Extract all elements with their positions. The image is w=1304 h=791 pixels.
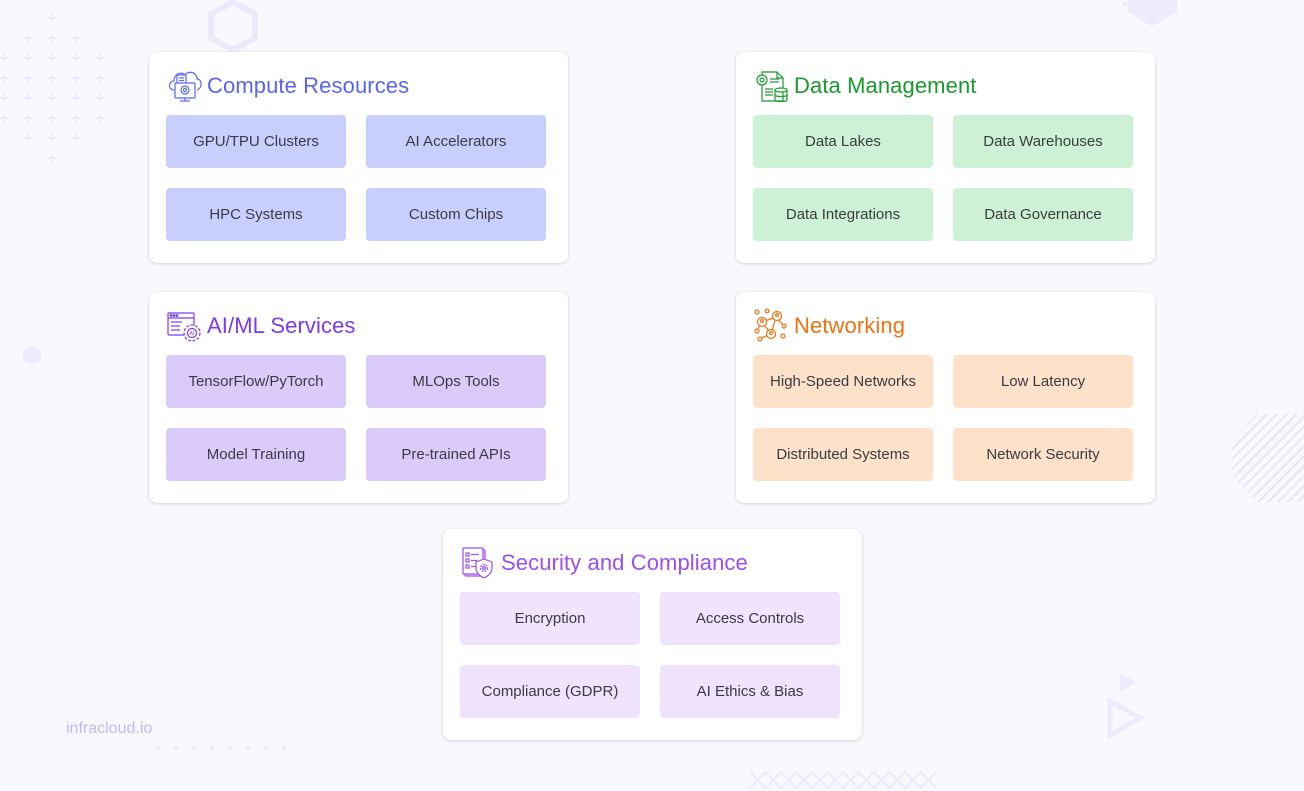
item-custom-chips[interactable]: Custom Chips [366, 188, 546, 241]
striped-octagon-decoration [1232, 414, 1304, 502]
item-data-lakes[interactable]: Data Lakes [753, 115, 933, 168]
item-data-governance[interactable]: Data Governance [953, 188, 1133, 241]
card-title: Networking [794, 313, 906, 338]
pill-grid: Encryption Access Controls Compliance (G… [460, 592, 840, 719]
item-access-controls[interactable]: Access Controls [660, 592, 840, 645]
card-header: Networking [753, 308, 905, 344]
item-mlops-tools[interactable]: MLOps Tools [366, 355, 546, 408]
document-gear-database-icon [753, 68, 791, 104]
item-high-speed-networks[interactable]: High-Speed Networks [753, 355, 933, 408]
item-network-security[interactable]: Network Security [953, 428, 1133, 481]
item-model-training[interactable]: Model Training [166, 428, 346, 481]
svg-text:AI: AI [190, 331, 195, 337]
item-hpc-systems[interactable]: HPC Systems [166, 188, 346, 241]
data-management-card: Data Management Data Lakes Data Warehous… [736, 52, 1155, 263]
network-people-icon [753, 308, 791, 344]
dots-row-decoration [156, 746, 286, 750]
pill-grid: High-Speed Networks Low Latency Distribu… [753, 355, 1133, 482]
ai-ml-services-card: AI AI/ML Services TensorFlow/PyTorch MLO… [149, 292, 568, 503]
card-title: AI/ML Services [207, 313, 356, 338]
item-tensorflow-pytorch[interactable]: TensorFlow/PyTorch [166, 355, 346, 408]
cloud-computer-gear-icon [166, 68, 204, 104]
small-hexagon-decoration [23, 345, 41, 365]
pill-grid: Data Lakes Data Warehouses Data Integrat… [753, 115, 1133, 242]
item-distributed-systems[interactable]: Distributed Systems [753, 428, 933, 481]
hexagon-filled-decoration [1122, 0, 1177, 26]
card-title: Compute Resources [207, 73, 410, 98]
plus-grid-decoration [0, 14, 104, 162]
card-title: Security and Compliance [501, 550, 748, 575]
pill-grid: GPU/TPU Clusters AI Accelerators HPC Sys… [166, 115, 546, 242]
card-header: AI AI/ML Services [166, 308, 356, 344]
card-title: Data Management [794, 73, 977, 98]
brand-watermark: infracloud.io [66, 720, 153, 737]
checklist-shield-icon [460, 545, 498, 581]
item-encryption[interactable]: Encryption [460, 592, 640, 645]
zigzag-decoration [749, 770, 937, 790]
browser-ai-gear-icon: AI [166, 308, 204, 344]
card-header: Compute Resources [166, 68, 409, 104]
item-gpu-tpu-clusters[interactable]: GPU/TPU Clusters [166, 115, 346, 168]
card-header: Security and Compliance [460, 545, 748, 581]
item-data-warehouses[interactable]: Data Warehouses [953, 115, 1133, 168]
item-pre-trained-apis[interactable]: Pre-trained APIs [366, 428, 546, 481]
hexagon-outline-decoration [208, 0, 258, 52]
pill-grid: TensorFlow/PyTorch MLOps Tools Model Tra… [166, 355, 546, 482]
compute-resources-card: Compute Resources GPU/TPU Clusters AI Ac… [149, 52, 568, 263]
networking-card: Networking High-Speed Networks Low Laten… [736, 292, 1155, 503]
card-header: Data Management [753, 68, 977, 104]
item-low-latency[interactable]: Low Latency [953, 355, 1133, 408]
item-ai-ethics-bias[interactable]: AI Ethics & Bias [660, 665, 840, 718]
item-compliance-gdpr[interactable]: Compliance (GDPR) [460, 665, 640, 718]
play-triangles-decoration [1107, 673, 1146, 740]
item-ai-accelerators[interactable]: AI Accelerators [366, 115, 546, 168]
item-data-integrations[interactable]: Data Integrations [753, 188, 933, 241]
security-compliance-card: Security and Compliance Encryption Acces… [443, 529, 862, 740]
